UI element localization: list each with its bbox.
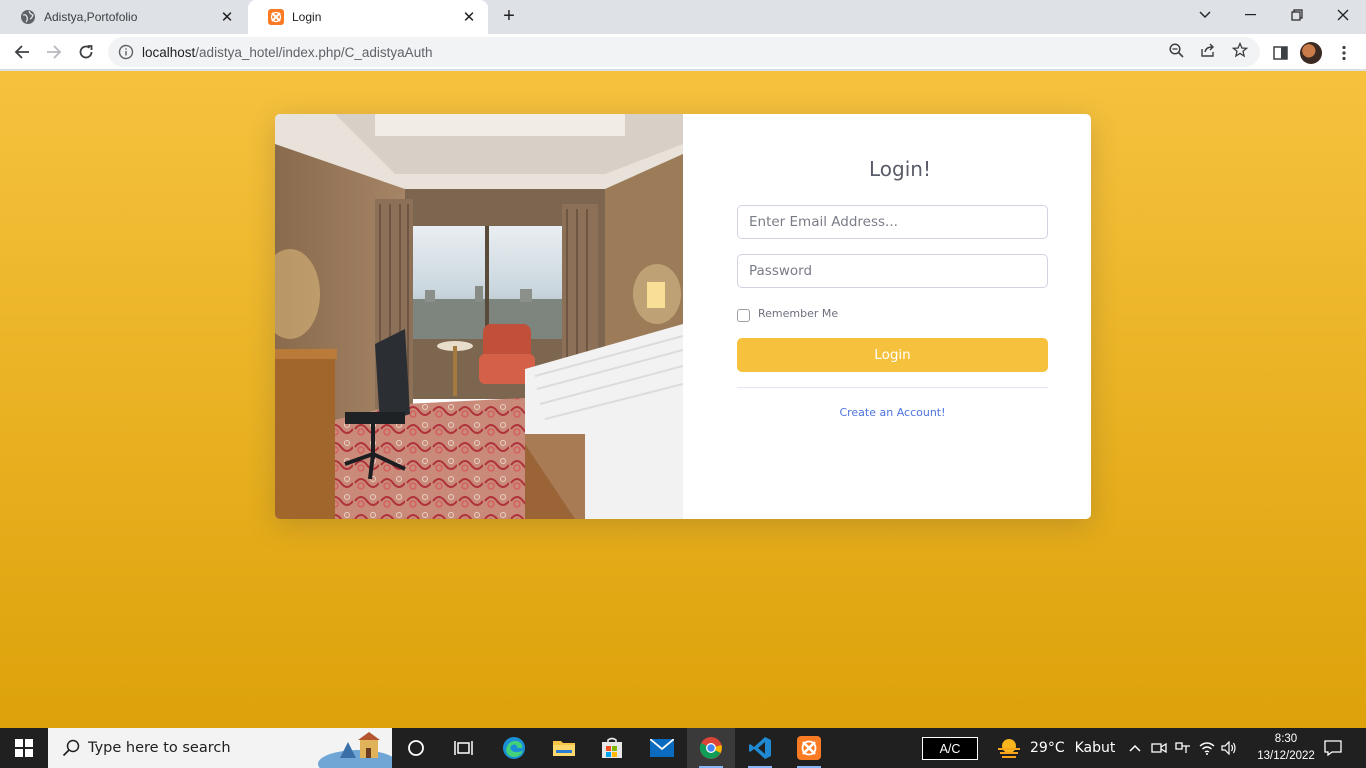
search-icon (62, 739, 80, 757)
password-field[interactable] (737, 254, 1048, 288)
back-icon[interactable] (9, 39, 35, 65)
share-icon[interactable] (1199, 41, 1217, 59)
chrome-icon[interactable] (687, 728, 735, 768)
browser-tab-strip: Adistya,Portofolio ✕ Login ✕ + (0, 0, 1366, 34)
avatar[interactable] (1300, 42, 1322, 64)
weather-temperature: 29°C (1030, 740, 1065, 756)
url-text: localhost/adistya_hotel/index.php/C_adis… (142, 45, 432, 60)
page-title: Login! (869, 157, 931, 181)
globe-icon (20, 9, 36, 25)
login-card: Login! Remember Me Login Create an Accou… (275, 114, 1091, 519)
volume-icon[interactable] (1220, 739, 1238, 757)
wifi-icon[interactable] (1198, 739, 1216, 757)
mail-icon[interactable] (638, 728, 686, 768)
xampp-icon (268, 9, 284, 25)
login-form: Login! Remember Me Login Create an Accou… (683, 114, 1091, 519)
windows-start-icon[interactable] (0, 728, 48, 768)
page-background: Login! Remember Me Login Create an Accou… (0, 71, 1366, 728)
tab-title: Login (292, 10, 322, 24)
taskbar-clock[interactable]: 8:30 13/12/2022 (1256, 731, 1316, 765)
url-host: localhost (142, 44, 196, 60)
store-icon[interactable] (588, 728, 636, 768)
xampp-icon[interactable] (785, 728, 833, 768)
zoom-icon[interactable] (1167, 41, 1185, 59)
divider (737, 387, 1048, 388)
cortana-icon[interactable] (392, 728, 440, 768)
address-bar[interactable]: localhost/adistya_hotel/index.php/C_adis… (108, 37, 1260, 67)
tab-title: Adistya,Portofolio (44, 10, 138, 24)
weather-condition: Kabut (1074, 740, 1116, 756)
taskbar-search[interactable]: Type here to search (48, 728, 392, 768)
meet-now-icon[interactable] (1150, 739, 1168, 757)
restore-icon[interactable] (1274, 0, 1320, 30)
weather-fog-icon (996, 737, 1022, 759)
remember-label: Remember Me (758, 307, 839, 320)
taskbar: Type here to search A/C 29°C Kabut 8:30 … (0, 728, 1366, 768)
search-placeholder: Type here to search (88, 740, 231, 756)
create-account-link[interactable]: Create an Account! (737, 406, 1048, 419)
hotel-room-image (275, 114, 683, 519)
menu-icon[interactable] (1334, 43, 1354, 63)
minimize-icon[interactable] (1228, 0, 1274, 30)
remember-me: Remember Me (737, 305, 838, 322)
chevron-up-icon[interactable] (1126, 739, 1144, 757)
close-icon[interactable]: ✕ (218, 8, 236, 26)
ac-indicator[interactable]: A/C (922, 737, 978, 760)
site-info-icon[interactable] (118, 44, 134, 60)
task-view-icon[interactable] (440, 728, 488, 768)
email-field[interactable] (737, 205, 1048, 239)
remember-checkbox[interactable] (737, 309, 750, 322)
tab-search-icon[interactable] (1182, 0, 1228, 30)
clock-time: 8:30 (1274, 733, 1298, 745)
vscode-icon[interactable] (736, 728, 784, 768)
tab-login[interactable]: Login ✕ (248, 0, 488, 34)
url-path: /adistya_hotel/index.php/C_adistyaAuth (195, 44, 433, 60)
weather-widget[interactable]: 29°C Kabut (996, 728, 1115, 768)
edge-icon[interactable] (490, 728, 538, 768)
network-adapter-icon[interactable] (1174, 739, 1192, 757)
forward-icon[interactable] (41, 39, 67, 65)
close-icon[interactable] (1320, 0, 1366, 30)
clock-date: 13/12/2022 (1257, 750, 1315, 762)
login-button[interactable]: Login (737, 338, 1048, 372)
tab-portfolio[interactable]: Adistya,Portofolio ✕ (0, 0, 246, 34)
search-highlight-icon (318, 728, 392, 768)
close-icon[interactable]: ✕ (460, 8, 478, 26)
side-panel-icon[interactable] (1270, 43, 1290, 63)
notification-icon[interactable] (1318, 728, 1348, 768)
new-tab-button[interactable]: + (498, 6, 520, 28)
reload-icon[interactable] (73, 39, 99, 65)
star-icon[interactable] (1231, 41, 1249, 59)
file-explorer-icon[interactable] (540, 728, 588, 768)
browser-toolbar: localhost/adistya_hotel/index.php/C_adis… (0, 34, 1366, 70)
